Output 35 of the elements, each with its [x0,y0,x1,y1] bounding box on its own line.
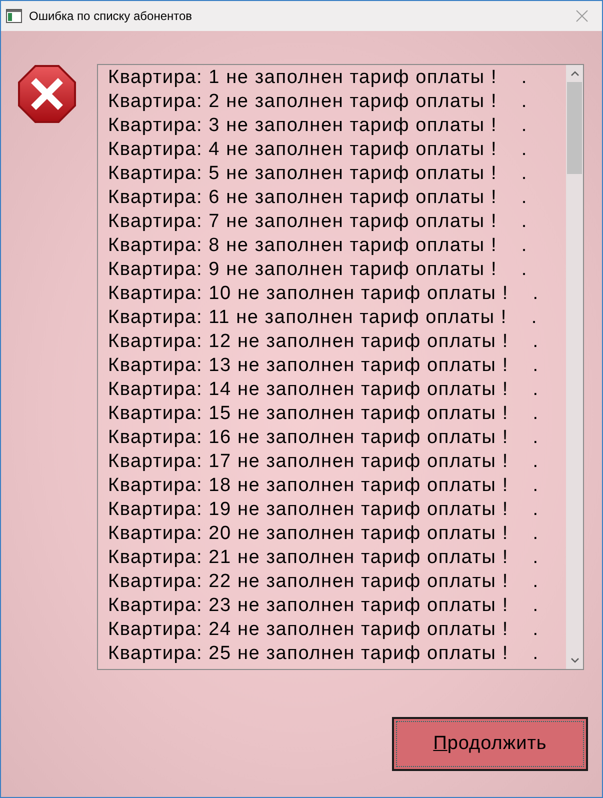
list-item: Квартира: 14 не заполнен тариф оплаты ! . [108,378,539,402]
scrollbar-thumb[interactable] [567,82,582,174]
list-item: Квартира: 15 не заполнен тариф оплаты ! . [108,402,539,426]
list-item: Квартира: 24 не заполнен тариф оплаты ! . [108,618,539,642]
scrollbar[interactable] [566,65,583,669]
list-item: Квартира: 21 не заполнен тариф оплаты ! . [108,546,539,570]
list-item: Квартира: 7 не заполнен тариф оплаты ! . [108,210,528,234]
close-icon [576,10,588,22]
list-item: Квартира: 18 не заполнен тариф оплаты ! . [108,474,539,498]
list-item: Квартира: 8 не заполнен тариф оплаты ! . [108,234,528,258]
list-item: Квартира: 6 не заполнен тариф оплаты ! . [108,186,528,210]
list-item: Квартира: 9 не заполнен тариф оплаты ! . [108,258,528,282]
message-list[interactable] [97,64,584,670]
list-item: Квартира: 2 не заполнен тариф оплаты ! . [108,90,528,114]
list-item: Квартира: 13 не заполнен тариф оплаты ! . [108,354,539,378]
error-icon [18,65,76,123]
list-item: Квартира: 25 не заполнен тариф оплаты ! . [108,642,539,666]
window-title: Ошибка по списку абонентов [29,8,192,25]
chevron-up-icon [570,71,578,76]
list-item: Квартира: 19 не заполнен тариф оплаты ! . [108,498,539,522]
list-item: Квартира: 3 не заполнен тариф оплаты ! . [108,114,528,138]
list-item: Квартира: 10 не заполнен тариф оплаты ! . [108,282,539,306]
list-item: Квартира: 22 не заполнен тариф оплаты ! . [108,570,539,594]
list-item: Квартира: 11 не заполнен тариф оплаты ! . [108,306,538,330]
chevron-down-icon [570,658,578,663]
list-item: Квартира: 5 не заполнен тариф оплаты ! . [108,162,528,186]
list-item: Квартира: 17 не заполнен тариф оплаты ! . [108,450,539,474]
list-item: Квартира: 23 не заполнен тариф оплаты ! . [108,594,539,618]
list-item: Квартира: 20 не заполнен тариф оплаты ! . [108,522,539,546]
continue-button[interactable]: Продолжить [392,717,588,771]
list-item: Квартира: 1 не заполнен тариф оплаты ! . [108,66,528,90]
list-item: Квартира: 12 не заполнен тариф оплаты ! . [108,330,539,354]
window-icon [6,9,22,23]
list-item: Квартира: 4 не заполнен тариф оплаты ! . [108,138,528,162]
list-item: Квартира: 16 не заполнен тариф оплаты ! . [108,426,539,450]
